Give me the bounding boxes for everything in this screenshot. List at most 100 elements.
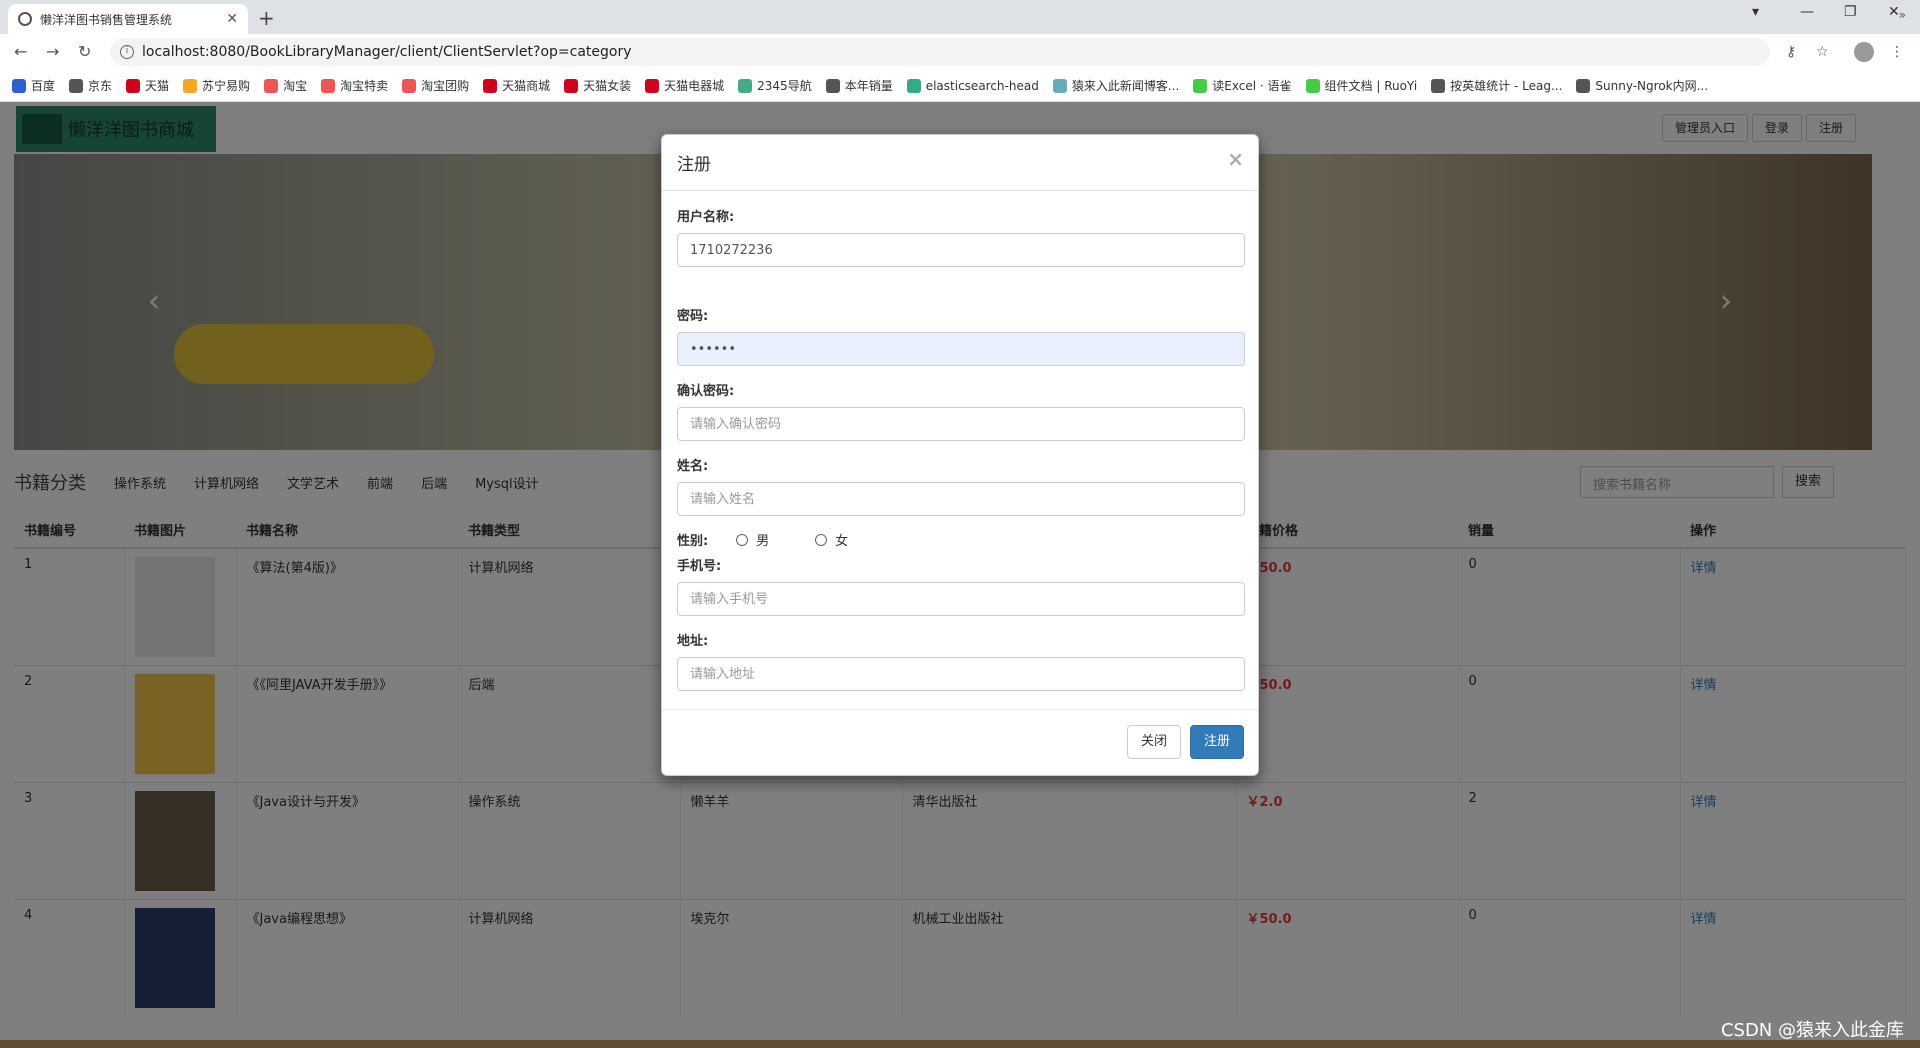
modal-footer: 关闭 注册 xyxy=(662,709,1258,775)
bookmark-icon xyxy=(906,78,921,93)
bookmark-icon xyxy=(1193,78,1208,93)
bookmark-label: 苏宁易购 xyxy=(202,79,251,93)
phone-field[interactable] xyxy=(677,582,1245,616)
confirm-password-field[interactable] xyxy=(677,407,1245,441)
profile-avatar[interactable] xyxy=(1854,42,1874,62)
name-field[interactable] xyxy=(677,482,1245,516)
bookmarks-bar: 百度 京东 天猫 苏宁易购 淘宝 淘宝特卖 淘宝团购 天猫商城 天猫女装 天猫电器城 2345导航 本… xyxy=(0,70,1920,102)
close-tab-icon[interactable]: ✕ xyxy=(226,11,238,27)
confirm-password-label: 确认密码: xyxy=(677,384,735,399)
bookmark-item[interactable]: 淘宝特卖 xyxy=(321,77,388,94)
bookmark-label: 淘宝特卖 xyxy=(340,79,389,93)
username-field[interactable] xyxy=(677,233,1245,267)
bookmark-icon xyxy=(738,78,753,93)
bookmark-label: 天猫女装 xyxy=(583,79,632,93)
browser-tab[interactable]: 懒洋洋图书销售管理系统 ✕ xyxy=(8,4,248,34)
bookmark-icon xyxy=(12,78,26,93)
bookmark-icon xyxy=(1576,78,1591,93)
address-label: 地址: xyxy=(677,634,709,649)
close-button[interactable]: 关闭 xyxy=(1127,725,1181,759)
register-modal: 注册 × 用户名称: 密码: 确认密码: 姓名: 性别: 男 女 手机号: xyxy=(661,134,1259,776)
star-icon[interactable]: ☆ xyxy=(1816,44,1829,60)
bookmark-item[interactable]: 2345导航 xyxy=(738,77,812,94)
bookmark-label: 读Excel · 语雀 xyxy=(1212,79,1292,93)
bookmark-icon xyxy=(69,78,84,93)
bookmark-label: 2345导航 xyxy=(757,79,812,93)
bookmark-label: 淘宝团购 xyxy=(421,79,470,93)
bookmark-item[interactable]: 百度 xyxy=(12,77,55,94)
bookmark-item[interactable]: 本年销量 xyxy=(825,77,893,94)
gender-group: 性别: 男 女 xyxy=(677,530,1243,549)
globe-icon xyxy=(18,12,32,26)
close-icon[interactable]: × xyxy=(1227,147,1244,171)
forward-icon[interactable]: → xyxy=(46,42,59,61)
bookmark-item[interactable]: Sunny-Ngrok内网... xyxy=(1576,77,1708,94)
bookmark-item[interactable]: 京东 xyxy=(69,77,112,94)
gender-female-radio[interactable] xyxy=(815,533,828,546)
bookmark-icon xyxy=(645,78,660,93)
back-icon[interactable]: ← xyxy=(14,42,27,61)
password-label: 密码: xyxy=(677,309,709,324)
bookmark-icon xyxy=(483,78,498,93)
modal-body: 用户名称: 密码: 确认密码: 姓名: 性别: 男 女 手机号: 地址: xyxy=(662,191,1258,720)
bookmark-icon xyxy=(321,78,336,93)
bookmark-item[interactable]: 天猫电器城 xyxy=(645,77,724,94)
address-field[interactable] xyxy=(677,657,1245,691)
restore-icon[interactable]: ❐ xyxy=(1844,4,1857,20)
bookmark-icon xyxy=(1305,78,1320,93)
bookmark-item[interactable]: 天猫 xyxy=(126,77,169,94)
modal-title: 注册 xyxy=(677,155,711,175)
bookmark-label: 组件文档 | RuoYi xyxy=(1324,79,1418,93)
bookmark-item[interactable]: 淘宝 xyxy=(264,77,307,94)
url-text: localhost:8080/BookLibraryManager/client… xyxy=(142,44,632,60)
password-field[interactable] xyxy=(677,332,1245,366)
bookmark-icon xyxy=(183,78,198,93)
menu-icon[interactable]: ⋮ xyxy=(1890,44,1904,60)
modal-header: 注册 × xyxy=(662,135,1258,191)
bookmark-item[interactable]: 读Excel · 语雀 xyxy=(1193,77,1292,94)
bookmark-label: 猿来入此新闻博客... xyxy=(1071,79,1180,93)
key-icon[interactable]: ⚷ xyxy=(1786,44,1796,60)
bookmark-item[interactable]: 天猫女装 xyxy=(564,77,631,94)
gender-label: 性别: xyxy=(677,534,709,549)
bookmark-item[interactable]: 组件文档 | RuoYi xyxy=(1305,77,1418,94)
bookmark-label: elasticsearch-head xyxy=(925,78,1039,93)
gender-male-radio[interactable] xyxy=(736,533,749,546)
bookmark-label: 按英雄统计 - Leag... xyxy=(1450,79,1563,93)
bookmark-label: Sunny-Ngrok内网... xyxy=(1595,79,1709,93)
bookmark-icon xyxy=(126,78,141,93)
username-label: 用户名称: xyxy=(677,210,735,225)
tab-bar: 懒洋洋图书销售管理系统 ✕ + ▾ — ❐ ✕ xyxy=(0,0,1920,34)
bookmark-item[interactable]: 苏宁易购 xyxy=(183,77,250,94)
tab-title: 懒洋洋图书销售管理系统 xyxy=(40,12,173,27)
bookmarks-more-icon[interactable]: » xyxy=(1899,8,1906,22)
bookmark-item[interactable]: 淘宝团购 xyxy=(402,77,469,94)
bookmark-label: 天猫电器城 xyxy=(664,79,725,93)
bookmark-icon xyxy=(1052,78,1067,93)
bookmark-label: 天猫商城 xyxy=(502,79,551,93)
bookmark-item[interactable]: elasticsearch-head xyxy=(906,78,1039,93)
register-button[interactable]: 注册 xyxy=(1190,725,1244,759)
bookmark-icon xyxy=(402,78,417,93)
bookmark-label: 京东 xyxy=(88,79,113,93)
phone-label: 手机号: xyxy=(677,559,722,574)
bookmark-icon xyxy=(825,78,840,93)
gender-female-label: 女 xyxy=(835,534,849,549)
bookmark-label: 百度 xyxy=(31,79,56,93)
bookmark-icon xyxy=(1431,78,1446,93)
bookmark-icon xyxy=(264,78,279,93)
info-icon[interactable]: i xyxy=(120,45,134,59)
minimize-icon[interactable]: — xyxy=(1800,4,1814,20)
bookmark-item[interactable]: 按英雄统计 - Leag... xyxy=(1431,77,1562,94)
profile-dropdown-icon[interactable]: ▾ xyxy=(1752,4,1759,20)
bookmark-item[interactable]: 猿来入此新闻博客... xyxy=(1052,77,1180,94)
new-tab-icon[interactable]: + xyxy=(258,6,275,30)
bookmark-label: 淘宝 xyxy=(283,79,308,93)
browser-toolbar: ← → ↻ i localhost:8080/BookLibraryManage… xyxy=(0,34,1920,70)
reload-icon[interactable]: ↻ xyxy=(78,42,91,61)
bookmark-label: 本年销量 xyxy=(844,79,893,93)
watermark: CSDN @猿来入此金库 xyxy=(1720,1020,1904,1041)
bookmark-item[interactable]: 天猫商城 xyxy=(483,77,550,94)
address-bar[interactable]: i localhost:8080/BookLibraryManager/clie… xyxy=(110,38,1770,66)
name-label: 姓名: xyxy=(677,459,709,474)
